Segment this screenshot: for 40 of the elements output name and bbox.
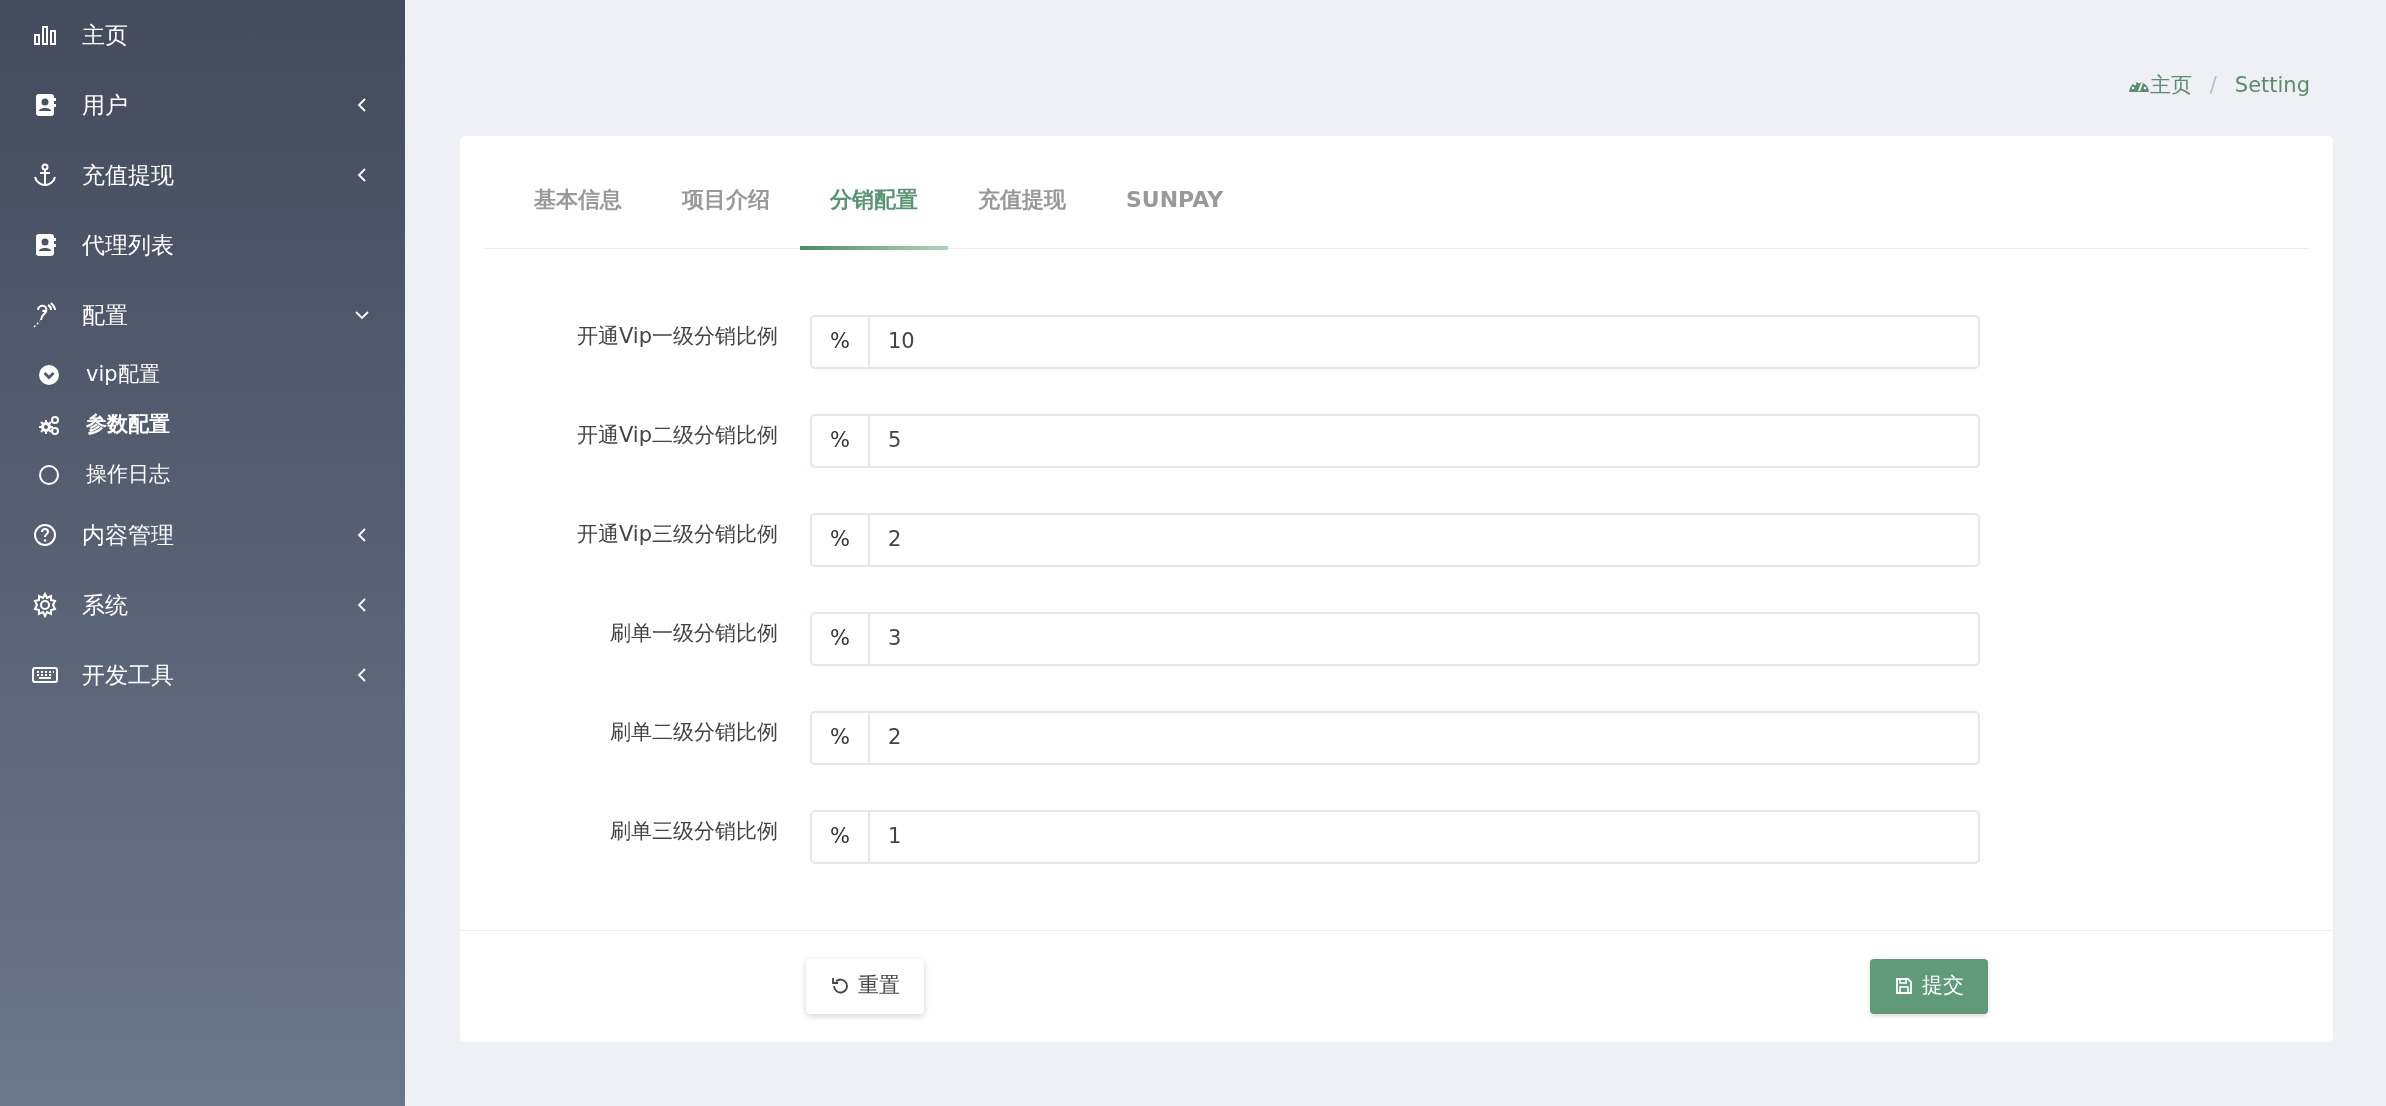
gear-icon xyxy=(32,592,58,618)
field-label: 刷单一级分销比例 xyxy=(609,619,778,647)
breadcrumb-separator: / xyxy=(2209,72,2217,99)
sidebar-item[interactable]: 内容管理 xyxy=(0,500,405,570)
sidebar-item[interactable]: 主页 xyxy=(0,0,405,70)
field-label: 刷单三级分销比例 xyxy=(609,817,778,845)
sidebar-item[interactable]: 配置 xyxy=(0,280,405,350)
unit-label: % xyxy=(810,710,870,765)
field-label: 开通Vip二级分销比例 xyxy=(575,421,778,449)
sidebar-item[interactable]: 充值提现 xyxy=(0,140,405,210)
gears-icon xyxy=(38,414,60,436)
input-field[interactable]: 1 xyxy=(870,809,1980,864)
sidebar-item[interactable]: 系统 xyxy=(0,570,405,640)
chevron-circle-icon xyxy=(38,364,60,386)
input-field[interactable]: 2 xyxy=(870,710,1980,765)
circle-icon xyxy=(38,464,60,486)
field-label: 刷单二级分销比例 xyxy=(609,718,778,746)
sidebar-subitem[interactable]: 参数配置 xyxy=(0,400,405,450)
sidebar-subitem[interactable]: 操作日志 xyxy=(0,450,405,500)
tab[interactable]: 分销配置 xyxy=(800,182,948,250)
input-field[interactable]: 5 xyxy=(870,413,1980,468)
field-label: 开通Vip一级分销比例 xyxy=(575,322,778,350)
unit-label: % xyxy=(810,413,870,468)
unit-label: % xyxy=(810,512,870,567)
sidebar-subitem[interactable]: vip配置 xyxy=(0,350,405,400)
sidebar-item[interactable]: 用户 xyxy=(0,70,405,140)
input-field[interactable]: 3 xyxy=(870,611,1980,666)
unit-label: % xyxy=(810,611,870,666)
ear-icon xyxy=(32,302,58,328)
sidebar-item[interactable]: 开发工具 xyxy=(0,640,405,710)
input-field[interactable]: 10 xyxy=(870,314,1980,369)
unit-label: % xyxy=(810,809,870,864)
input-field[interactable]: 2 xyxy=(870,512,1980,567)
sidebar-item[interactable]: 代理列表 xyxy=(0,210,405,280)
undo-icon xyxy=(830,976,850,996)
reset-button[interactable]: 重置 xyxy=(806,958,924,1014)
anchor-icon xyxy=(32,162,58,188)
field-label: 开通Vip三级分销比例 xyxy=(575,520,778,548)
unit-label: % xyxy=(810,314,870,369)
question-circle-icon xyxy=(32,522,58,548)
